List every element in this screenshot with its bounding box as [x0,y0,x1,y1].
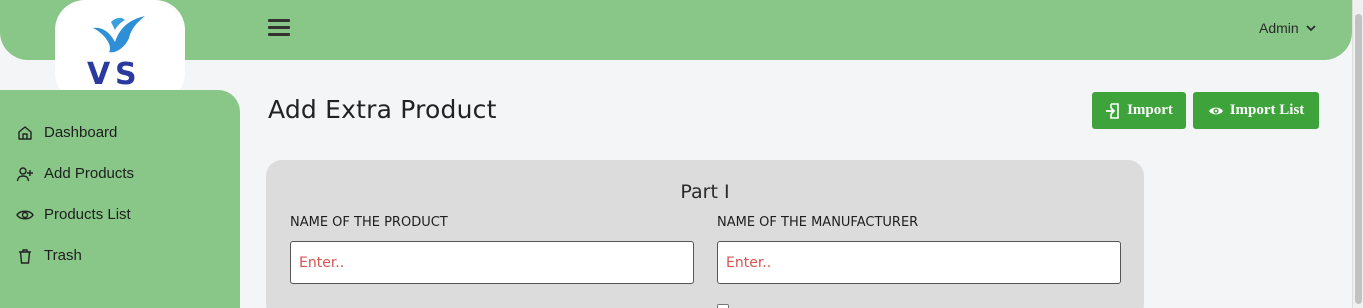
hamburger-menu-icon[interactable] [268,19,290,39]
manufacturer-name-input[interactable] [717,241,1121,284]
sidebar: Dashboard Add Products Products List Tra… [0,90,240,308]
sidebar-item-products-list[interactable]: Products List [0,194,240,235]
chevron-down-icon [1306,25,1316,32]
sidebar-item-label: Dashboard [44,124,118,141]
sidebar-item-label: Add Products [44,165,135,182]
bird-logo-icon: V S [87,16,145,90]
part-title: Part I [680,181,730,203]
import-button-label: Import [1127,102,1173,118]
scrollbar-thumb[interactable] [1355,14,1362,304]
sidebar-item-dashboard[interactable]: Dashboard [0,112,240,153]
import-button[interactable]: Import [1092,92,1186,129]
import-list-button[interactable]: Import List [1193,92,1319,129]
page-title: Add Extra Product [268,95,497,124]
sidebar-item-label: Trash [44,247,82,264]
logo[interactable]: V S [55,0,185,100]
sidebar-item-add-products[interactable]: Add Products [0,153,240,194]
eye-icon [16,210,34,219]
admin-label: Admin [1259,20,1299,36]
manufacturer-name-label: NAME OF THE MANUFACTURER [717,215,919,230]
file-import-icon [1106,102,1119,119]
product-name-input[interactable] [290,241,694,284]
admin-dropdown[interactable]: Admin [1259,20,1317,36]
svg-text:S: S [115,57,137,90]
import-list-button-label: Import List [1229,102,1305,118]
add-user-icon [16,166,33,181]
checkbox[interactable] [717,304,729,308]
top-header [0,0,1352,60]
product-name-label: NAME OF THE PRODUCT [290,215,448,230]
eye-icon [1208,107,1223,114]
home-icon [18,125,32,140]
sidebar-item-label: Products List [44,206,131,223]
vertical-scrollbar[interactable] [1352,0,1363,308]
sidebar-item-trash[interactable]: Trash [0,235,240,276]
form-card: Part I NAME OF THE PRODUCT NAME OF THE M… [266,160,1144,308]
trash-icon [19,248,31,264]
svg-text:V: V [87,57,111,90]
